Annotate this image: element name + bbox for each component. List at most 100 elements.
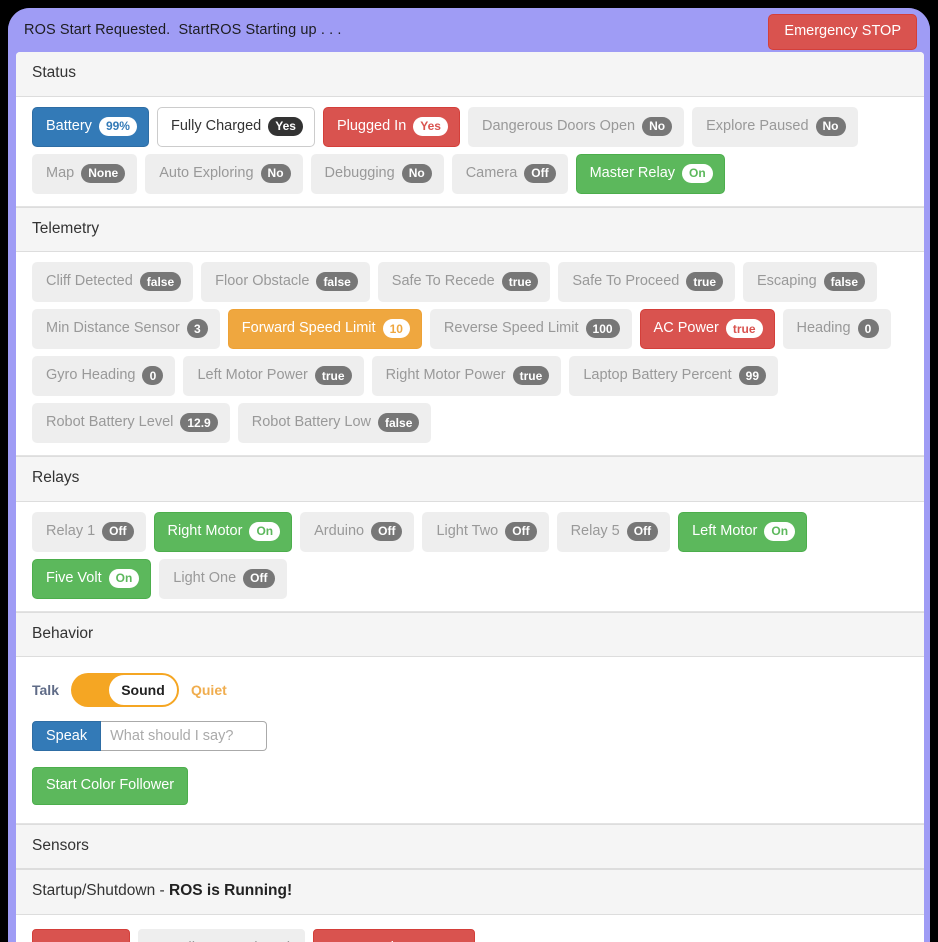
pill-label: Light One <box>173 570 237 587</box>
pill-value: 0 <box>142 366 164 386</box>
pill-label: Light Two <box>436 523 499 540</box>
pill-value: 12.9 <box>180 413 218 433</box>
pill-label: AC Power <box>653 320 719 337</box>
status-pill-plugged-in[interactable]: Plugged In Yes <box>322 106 460 147</box>
pill-value: Yes <box>413 116 448 136</box>
section-body-relays: Relay 1 Off Right Motor On Arduino Off Light T… <box>16 501 924 612</box>
speak-input[interactable] <box>101 721 268 752</box>
set-all-doors-closed-button[interactable]: Set All Doors Closed <box>137 929 306 942</box>
pill-value: On <box>682 163 713 183</box>
pill-label: Reverse Speed Limit <box>443 320 579 337</box>
pill-label: Plugged In <box>336 117 407 134</box>
telemetry-pill-heading[interactable]: Heading 0 <box>782 309 891 350</box>
status-pill-fully-charged[interactable]: Fully Charged Yes <box>156 106 315 147</box>
pill-value: Off <box>626 521 659 541</box>
telemetry-pill-robot-battery-level[interactable]: Robot Battery Level 12.9 <box>32 403 230 444</box>
pill-value: No <box>815 116 846 136</box>
alert-message: ROS Start Requested. StartROS Starting u… <box>24 22 342 38</box>
pill-label: Map <box>46 164 75 181</box>
telemetry-pill-escaping[interactable]: Escaping false <box>743 262 878 303</box>
status-pill-explore-paused[interactable]: Explore Paused No <box>692 106 858 147</box>
sound-toggle-knob[interactable]: Sound <box>107 674 178 707</box>
section-body-startup: Stop ROS Set All Doors Closed Reset Robo… <box>16 915 924 942</box>
pill-value: false <box>823 272 866 292</box>
telemetry-badge-row: Cliff Detected false Floor Obstacle false Sa… <box>32 262 912 444</box>
relay-pill-five-volt[interactable]: Five Volt On <box>32 558 152 599</box>
section-body-behavior: Talk Sound Quiet Speak Start Color Follo… <box>16 657 924 824</box>
app-shell: ROS Start Requested. StartROS Starting u… <box>8 8 930 942</box>
telemetry-pill-reverse-speed-limit[interactable]: Reverse Speed Limit 100 <box>429 309 632 350</box>
relays-badge-row: Relay 1 Off Right Motor On Arduino Off Light T… <box>32 511 912 599</box>
pill-label: Min Distance Sensor <box>46 320 180 337</box>
sound-quiet-toggle[interactable]: Sound <box>70 673 179 708</box>
relay-pill-left-motor[interactable]: Left Motor On <box>678 511 808 552</box>
pill-value: true <box>501 272 539 292</box>
section-header-relays: Relays <box>16 456 924 502</box>
pill-label: Fully Charged <box>170 117 262 134</box>
pill-label: Left Motor <box>692 523 758 540</box>
relay-pill-relay-1[interactable]: Relay 1 Off <box>32 511 146 552</box>
pill-value: 99 <box>738 366 766 386</box>
pill-value: false <box>378 413 420 433</box>
telemetry-pill-forward-speed-limit[interactable]: Forward Speed Limit 10 <box>227 309 422 350</box>
stop-ros-button[interactable]: Stop ROS <box>32 929 130 942</box>
status-pill-master-relay[interactable]: Master Relay On <box>575 153 725 194</box>
section-body-telemetry: Cliff Detected false Floor Obstacle false Sa… <box>16 252 924 457</box>
status-pill-map[interactable]: Map None <box>32 153 138 194</box>
startup-title-status: ROS is Running! <box>169 882 293 900</box>
status-badge-row: Battery 99% Fully Charged Yes Plugged In Yes D… <box>32 106 912 194</box>
pill-label: Right Motor <box>167 523 243 540</box>
telemetry-pill-safe-to-recede[interactable]: Safe To Recede true <box>377 262 551 303</box>
telemetry-pill-robot-battery-low[interactable]: Robot Battery Low false <box>237 403 432 444</box>
section-header-startup: Startup/Shutdown - ROS is Running! <box>16 869 924 916</box>
telemetry-pill-cliff-detected[interactable]: Cliff Detected false <box>32 262 194 303</box>
pill-label: Safe To Proceed <box>572 273 680 290</box>
telemetry-pill-floor-obstacle[interactable]: Floor Obstacle false <box>201 262 370 303</box>
pill-label: Camera <box>465 164 518 181</box>
pill-label: Master Relay <box>589 164 676 181</box>
pill-value: Off <box>243 568 275 588</box>
status-pill-dangerous-doors-open[interactable]: Dangerous Doors Open No <box>467 106 685 147</box>
relay-pill-light-one[interactable]: Light One Off <box>159 558 287 599</box>
status-pill-auto-exploring[interactable]: Auto Exploring No <box>145 153 303 194</box>
pill-value: Off <box>371 521 403 541</box>
status-pill-battery[interactable]: Battery 99% <box>32 106 149 147</box>
pill-value: 100 <box>585 319 620 339</box>
telemetry-pill-min-distance-sensor[interactable]: Min Distance Sensor 3 <box>32 309 220 350</box>
speak-button[interactable]: Speak <box>32 721 102 752</box>
pill-label: Safe To Recede <box>391 273 495 290</box>
pill-label: Auto Exploring <box>159 164 254 181</box>
status-pill-debugging[interactable]: Debugging No <box>310 153 444 194</box>
pill-value: Off <box>102 521 134 541</box>
relay-pill-light-two[interactable]: Light Two Off <box>422 511 549 552</box>
pill-value: true <box>512 366 550 386</box>
telemetry-pill-right-motor-power[interactable]: Right Motor Power true <box>371 356 562 397</box>
pill-label: Relay 5 <box>570 523 620 540</box>
relay-pill-right-motor[interactable]: Right Motor On <box>153 511 293 552</box>
quiet-label: Quiet <box>190 682 227 699</box>
section-header-status: Status <box>16 52 924 97</box>
pill-label: Robot Battery Low <box>251 414 372 431</box>
pill-value: 99% <box>98 116 137 136</box>
emergency-stop-button[interactable]: Emergency STOP <box>768 14 917 50</box>
telemetry-pill-safe-to-proceed[interactable]: Safe To Proceed true <box>558 262 736 303</box>
telemetry-pill-ac-power[interactable]: AC Power true <box>639 309 775 350</box>
pill-value: On <box>108 568 140 588</box>
pill-value: 10 <box>382 319 410 339</box>
relay-pill-arduino[interactable]: Arduino Off <box>300 511 415 552</box>
status-alert-bar: ROS Start Requested. StartROS Starting u… <box>8 8 930 52</box>
reset-robot-server-button[interactable]: Reset Robot Server <box>313 929 475 942</box>
telemetry-pill-laptop-battery-percent[interactable]: Laptop Battery Percent 99 <box>569 356 778 397</box>
startup-button-row: Stop ROS Set All Doors Closed Reset Robo… <box>32 929 908 942</box>
telemetry-pill-gyro-heading[interactable]: Gyro Heading 0 <box>32 356 176 397</box>
pill-label: Forward Speed Limit <box>241 320 376 337</box>
pill-label: Robot Battery Level <box>46 414 174 431</box>
pill-value: Off <box>505 521 537 541</box>
pill-label: Battery <box>46 117 92 134</box>
pill-label: Right Motor Power <box>385 367 506 384</box>
telemetry-pill-left-motor-power[interactable]: Left Motor Power true <box>183 356 364 397</box>
sound-toggle-line: Talk Sound Quiet <box>32 673 908 708</box>
start-color-follower-button[interactable]: Start Color Follower <box>32 767 189 805</box>
status-pill-camera[interactable]: Camera Off <box>451 153 568 194</box>
relay-pill-relay-5[interactable]: Relay 5 Off <box>556 511 671 552</box>
